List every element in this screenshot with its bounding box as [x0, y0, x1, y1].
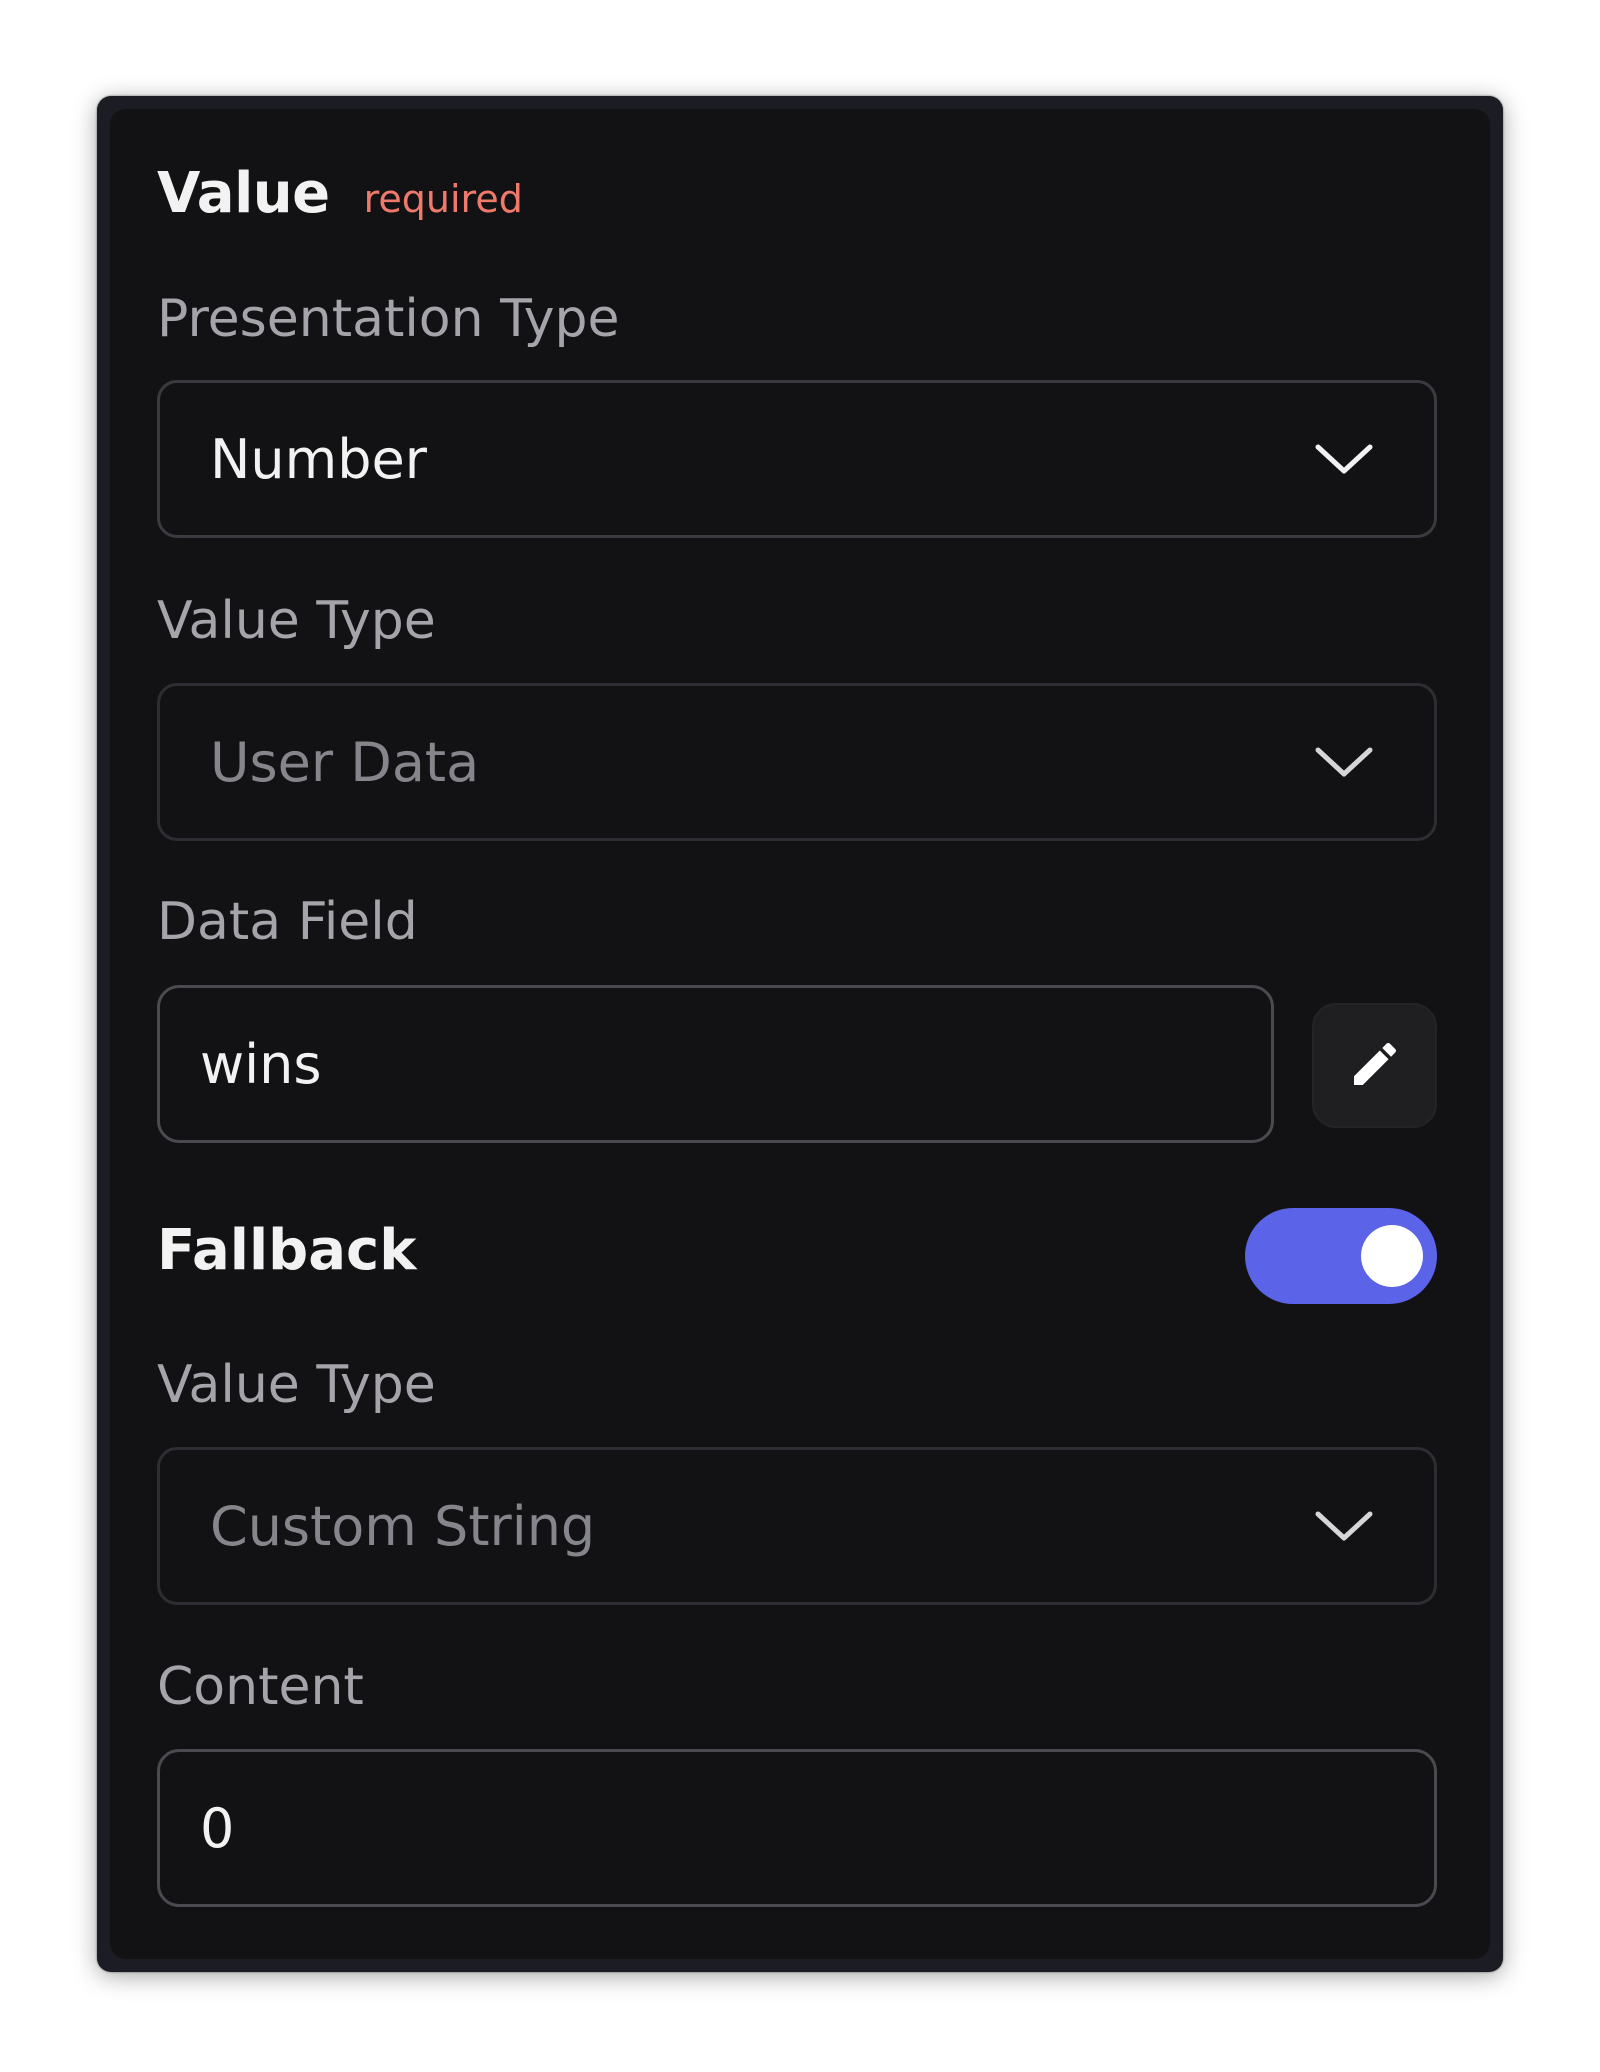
fallback-label: Fallback [157, 1218, 417, 1283]
edit-data-field-button[interactable] [1312, 1003, 1437, 1128]
presentation-type-value: Number [210, 427, 427, 491]
value-settings-panel: Value required Presentation Type Number … [110, 109, 1490, 1959]
panel-frame: Value required Presentation Type Number … [97, 96, 1503, 1972]
chevron-down-icon [1314, 1506, 1374, 1546]
value-type-value: User Data [210, 730, 480, 794]
fallback-toggle[interactable] [1245, 1208, 1437, 1304]
fallback-value-type-label: Value Type [157, 1355, 436, 1415]
section-title: Value [157, 161, 330, 226]
data-field-label: Data Field [157, 892, 418, 952]
content-label: Content [157, 1657, 364, 1717]
toggle-knob [1361, 1225, 1423, 1287]
data-field-input[interactable]: wins [157, 985, 1274, 1143]
chevron-down-icon [1314, 742, 1374, 782]
required-badge: required [363, 177, 523, 221]
value-type-label: Value Type [157, 591, 436, 651]
pencil-icon [1347, 1036, 1403, 1096]
section-header: Value required [157, 161, 523, 226]
presentation-type-select[interactable]: Number [157, 380, 1437, 538]
content-input[interactable]: 0 [157, 1749, 1437, 1907]
fallback-value-type-select[interactable]: Custom String [157, 1447, 1437, 1605]
chevron-down-icon [1314, 439, 1374, 479]
value-type-select[interactable]: User Data [157, 683, 1437, 841]
presentation-type-label: Presentation Type [157, 289, 620, 349]
fallback-value-type-value: Custom String [210, 1494, 596, 1558]
